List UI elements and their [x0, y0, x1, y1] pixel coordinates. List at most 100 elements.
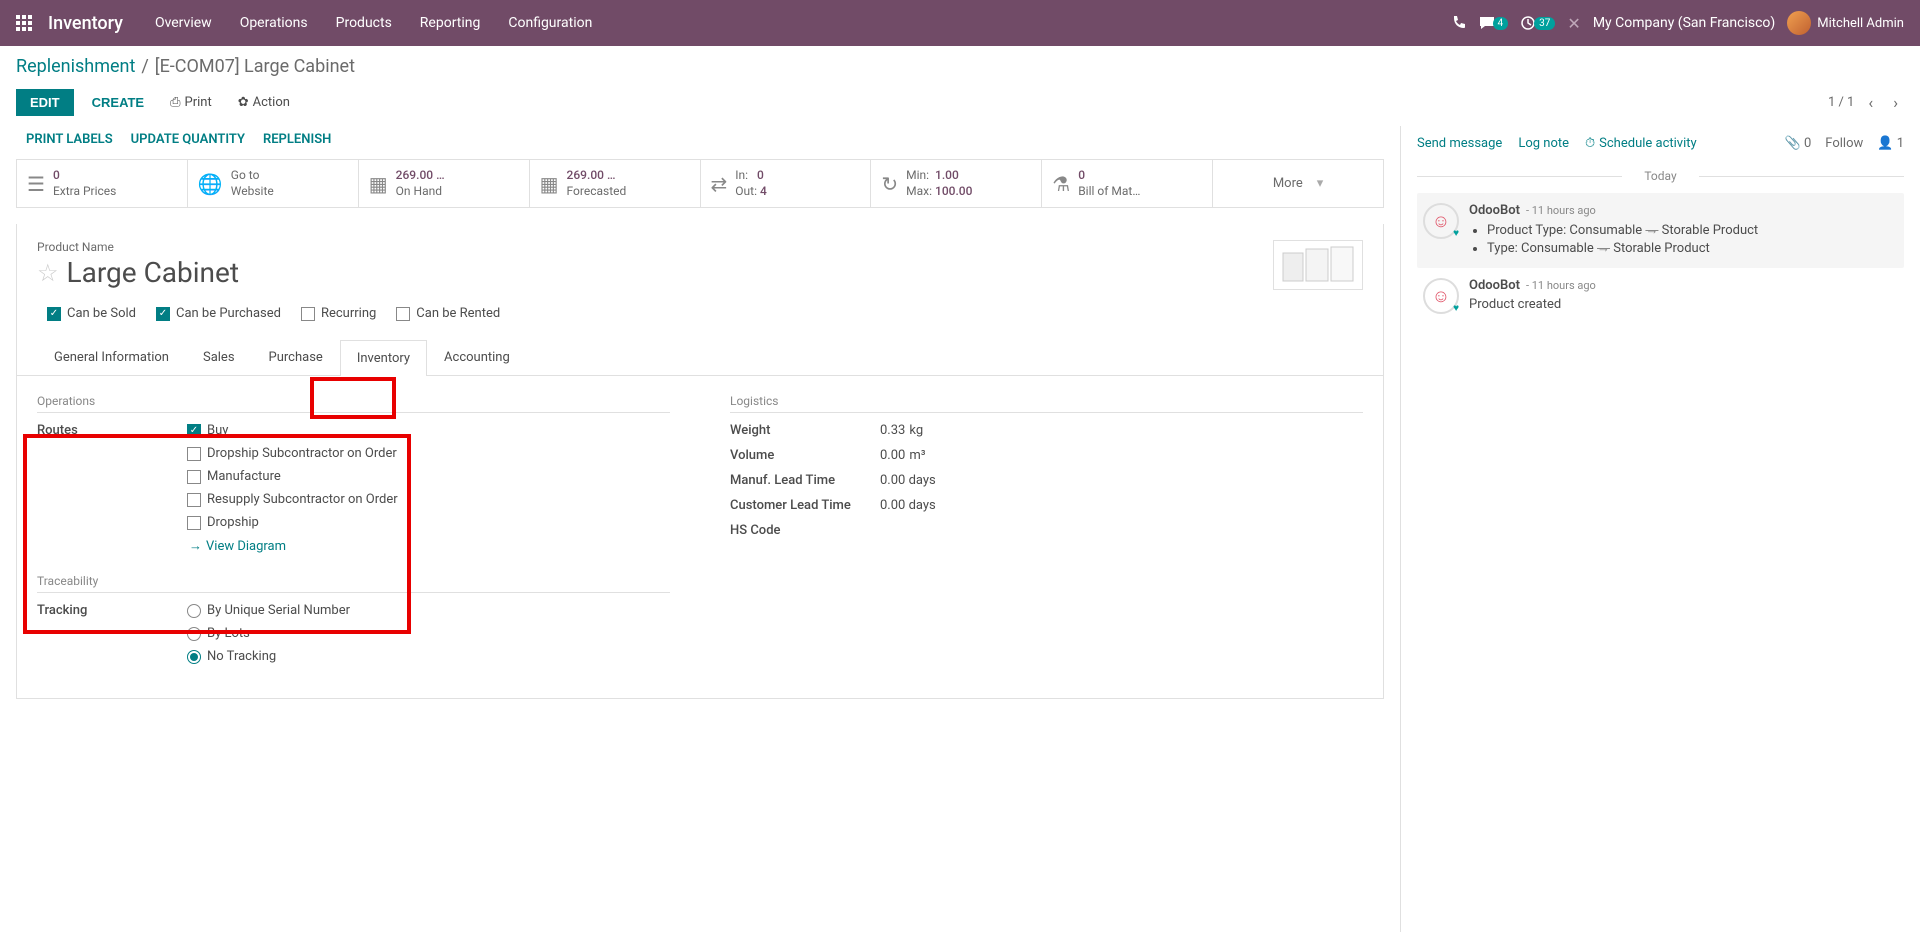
logistics-title: Logistics [730, 394, 1363, 413]
msg1-author: OdooBot [1469, 203, 1520, 218]
checkbox-icon: ✓ [187, 424, 201, 438]
edit-button[interactable]: EDIT [16, 89, 74, 116]
option-can-be-rented[interactable]: Can be Rented [396, 306, 500, 321]
action-dropdown[interactable]: ✿ Action [230, 89, 298, 116]
close-icon[interactable]: ✕ [1567, 14, 1580, 33]
print-action[interactable]: ⎙ Print [162, 89, 220, 116]
user-menu[interactable]: Mitchell Admin [1787, 11, 1904, 35]
print-labels-action[interactable]: PRINT LABELS [26, 132, 113, 147]
tracking-label: Tracking [37, 603, 187, 672]
traceability-title: Traceability [37, 574, 670, 593]
route-manufacture[interactable]: Manufacture [187, 469, 670, 484]
menu-overview[interactable]: Overview [143, 7, 224, 39]
messages-badge: 4 [1493, 17, 1509, 30]
stat-forecasted[interactable]: ▦ 269.00 … Forecasted [530, 160, 701, 207]
stat-on-hand[interactable]: ▦ 269.00 … On Hand [359, 160, 530, 207]
boxes-icon: ▦ [369, 172, 388, 196]
flask-icon: ⚗ [1052, 172, 1070, 196]
company-selector[interactable]: My Company (San Francisco) [1593, 15, 1775, 31]
checkbox-icon [187, 470, 201, 484]
breadcrumb-parent[interactable]: Replenishment [16, 56, 135, 77]
user-avatar-icon [1787, 11, 1811, 35]
product-image[interactable] [1273, 240, 1363, 290]
menu-configuration[interactable]: Configuration [496, 7, 604, 39]
topbar-menu: Overview Operations Products Reporting C… [143, 7, 604, 39]
msg2-author: OdooBot [1469, 278, 1520, 293]
stat-bom[interactable]: ⚗ 0 Bill of Mat… [1042, 160, 1213, 207]
print-icon: ⎙ [170, 95, 180, 110]
checkbox-icon [187, 447, 201, 461]
tab-general-information[interactable]: General Information [37, 339, 186, 375]
schedule-activity-link[interactable]: ⏱ Schedule activity [1585, 136, 1697, 151]
pager-next[interactable]: › [1887, 89, 1904, 116]
follow-button[interactable]: Follow [1825, 136, 1863, 151]
menu-reporting[interactable]: Reporting [408, 7, 493, 39]
menu-operations[interactable]: Operations [228, 7, 320, 39]
tab-content-inventory: Operations Routes ✓Buy Dropship Subcontr… [37, 376, 1363, 682]
weight-value: 0.33 [880, 423, 905, 438]
breadcrumb: Replenishment / [E-COM07] Large Cabinet [16, 56, 1904, 77]
tab-accounting[interactable]: Accounting [427, 339, 527, 375]
tracking-serial[interactable]: By Unique Serial Number [187, 603, 670, 618]
messages-icon[interactable]: 4 [1479, 15, 1509, 31]
menu-products[interactable]: Products [324, 7, 404, 39]
refresh-icon: ↻ [881, 172, 898, 196]
breadcrumb-row: Replenishment / [E-COM07] Large Cabinet [0, 46, 1920, 83]
create-button[interactable]: CREATE [84, 89, 152, 116]
attachments-count[interactable]: 📎 0 [1785, 136, 1812, 151]
option-recurring[interactable]: Recurring [301, 306, 376, 321]
hscode-label: HS Code [730, 523, 880, 538]
app-title[interactable]: Inventory [48, 13, 123, 34]
activities-icon[interactable]: 37 [1520, 15, 1555, 31]
replenish-action[interactable]: REPLENISH [263, 132, 331, 147]
gear-icon: ✿ [238, 95, 249, 110]
tab-inventory[interactable]: Inventory [340, 340, 427, 376]
stat-more[interactable]: More ▾ [1213, 160, 1383, 207]
tab-purchase[interactable]: Purchase [252, 339, 340, 375]
tracking-lots[interactable]: By Lots [187, 626, 670, 641]
topbar-right: 4 37 ✕ My Company (San Francisco) Mitche… [1451, 11, 1904, 35]
checkbox-icon: ✓ [47, 307, 61, 321]
bot-avatar-icon: ☺♥ [1423, 278, 1459, 314]
chatter-today-divider: Today [1417, 169, 1904, 183]
update-quantity-action[interactable]: UPDATE QUANTITY [131, 132, 245, 147]
volume-value: 0.00 [880, 448, 905, 463]
chatter: Send message Log note ⏱ Schedule activit… [1400, 126, 1920, 932]
chatter-actions: Send message Log note ⏱ Schedule activit… [1417, 136, 1904, 159]
stat-website[interactable]: 🌐 Go to Website [188, 160, 359, 207]
apps-launcher-icon[interactable] [16, 15, 32, 31]
route-dropship[interactable]: Dropship [187, 515, 670, 530]
button-box: ☰ 0 Extra Prices 🌐 Go to Website ▦ 269.0… [16, 159, 1384, 208]
route-resupply-subcontractor[interactable]: Resupply Subcontractor on Order [187, 492, 670, 507]
form-sheet: Product Name ☆ Large Cabinet ✓ Can be So… [16, 224, 1384, 699]
pager: 1 / 1 ‹ › [1828, 89, 1904, 116]
send-message-link[interactable]: Send message [1417, 136, 1502, 151]
stat-extra-prices[interactable]: ☰ 0 Extra Prices [17, 160, 188, 207]
checkbox-icon: ✓ [156, 307, 170, 321]
favorite-star-icon[interactable]: ☆ [37, 259, 59, 287]
option-can-be-sold[interactable]: ✓ Can be Sold [47, 306, 136, 321]
tab-sales[interactable]: Sales [186, 339, 252, 375]
route-dropship-subcontractor[interactable]: Dropship Subcontractor on Order [187, 446, 670, 461]
weight-label: Weight [730, 423, 880, 438]
tracking-none[interactable]: No Tracking [187, 649, 670, 664]
pager-prev[interactable]: ‹ [1862, 89, 1879, 116]
routes-label: Routes [37, 423, 187, 554]
option-can-be-purchased[interactable]: ✓ Can be Purchased [156, 306, 281, 321]
route-buy[interactable]: ✓Buy [187, 423, 670, 438]
globe-icon: 🌐 [198, 172, 223, 196]
product-name: Large Cabinet [67, 256, 240, 289]
stat-in-out[interactable]: ⇄ In: 0 Out: 4 [701, 160, 872, 207]
topbar: Inventory Overview Operations Products R… [0, 0, 1920, 46]
checkbox-icon [187, 493, 201, 507]
phone-icon[interactable] [1451, 15, 1467, 31]
stat-min-max[interactable]: ↻ Min: 1.00 Max: 100.00 [871, 160, 1042, 207]
activities-badge: 37 [1534, 17, 1555, 30]
followers-count[interactable]: 👤 1 [1877, 136, 1904, 151]
log-note-link[interactable]: Log note [1518, 136, 1569, 151]
pager-text: 1 / 1 [1828, 95, 1854, 110]
checkbox-icon [301, 307, 315, 321]
volume-label: Volume [730, 448, 880, 463]
view-diagram-link[interactable]: →View Diagram [189, 538, 670, 554]
message-1: ☺♥ OdooBot - 11 hours ago Product Type: … [1417, 193, 1904, 268]
